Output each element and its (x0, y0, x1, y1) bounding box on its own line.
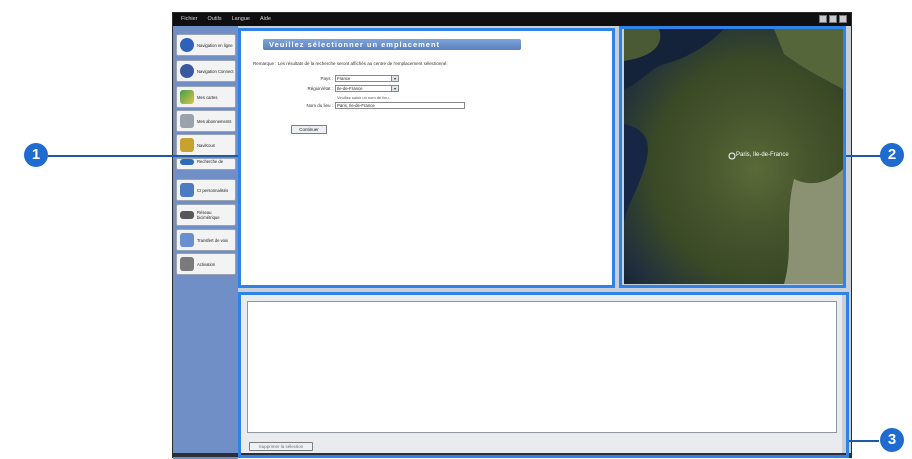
globe-connect-icon (180, 64, 194, 78)
maps-icon (180, 90, 194, 104)
minimize-button[interactable] (819, 15, 827, 23)
sidebar-item-label: CI personnalisés (197, 187, 229, 193)
sidebar-item-navigation-connect[interactable]: Navigation Connect (176, 60, 236, 82)
sidebar-item-mes-abonnements[interactable]: Mes abonnements (176, 110, 236, 132)
callout-line-1 (48, 155, 238, 157)
sidebar-item-label: Recherche de (197, 159, 224, 164)
callout-marker-3: 3 (880, 428, 904, 452)
callout-marker-1: 1 (24, 143, 48, 167)
sidebar-item-label: Réseau bicimétrique (197, 210, 220, 220)
highlight-box-1 (238, 28, 615, 288)
sidebar-item-reseau[interactable]: Réseau bicimétrique (176, 204, 236, 226)
menu-list: Fichier Outils Langue Aide (181, 14, 271, 25)
sidebar-item-label: Navigation en ligne (197, 42, 233, 48)
sidebar-item-label: Mes abonnements (197, 118, 232, 124)
callout-line-3 (849, 440, 879, 442)
sidebar-item-ci-personnalises[interactable]: CI personnalisés (176, 179, 236, 201)
maximize-button[interactable] (829, 15, 837, 23)
activation-icon (180, 257, 194, 271)
sidebar-item-label: NaviKoun (197, 142, 216, 148)
documents-icon (180, 114, 194, 128)
sidebar-item-label: Transfert de voix (197, 237, 229, 243)
callout-marker-2: 2 (880, 143, 904, 167)
close-button[interactable] (839, 15, 847, 23)
folder-icon (180, 138, 194, 152)
search-icon (180, 159, 194, 165)
sidebar-item-navigation-en-ligne[interactable]: Navigation en ligne (176, 34, 236, 56)
menu-bar: Fichier Outils Langue Aide (173, 13, 851, 26)
sidebar-item-recherche[interactable]: Recherche de (176, 158, 236, 170)
sidebar-item-activation[interactable]: Activation (176, 253, 236, 275)
voice-icon (180, 233, 194, 247)
sidebar: Navigation en ligne Navigation Connect M… (173, 26, 238, 459)
sidebar-item-mes-cartes[interactable]: Mes cartes (176, 86, 236, 108)
sidebar-item-navikoun[interactable]: NaviKoun (176, 134, 236, 156)
highlight-box-2 (619, 26, 846, 288)
globe-icon (180, 38, 194, 52)
menu-langue[interactable]: Langue (232, 14, 250, 25)
sidebar-item-transfert[interactable]: Transfert de voix (176, 229, 236, 251)
menu-aide[interactable]: Aide (260, 14, 271, 25)
network-icon (180, 211, 194, 219)
sidebar-item-label: Activation (197, 261, 216, 267)
window-controls (819, 15, 847, 23)
menu-fichier[interactable]: Fichier (181, 14, 198, 25)
sidebar-item-label: Mes cartes (197, 94, 218, 100)
highlight-box-3 (238, 292, 849, 458)
poi-icon (180, 183, 194, 197)
sidebar-item-label: Navigation Connect (197, 68, 234, 74)
menu-outils[interactable]: Outils (208, 14, 222, 25)
callout-line-2 (846, 155, 882, 157)
